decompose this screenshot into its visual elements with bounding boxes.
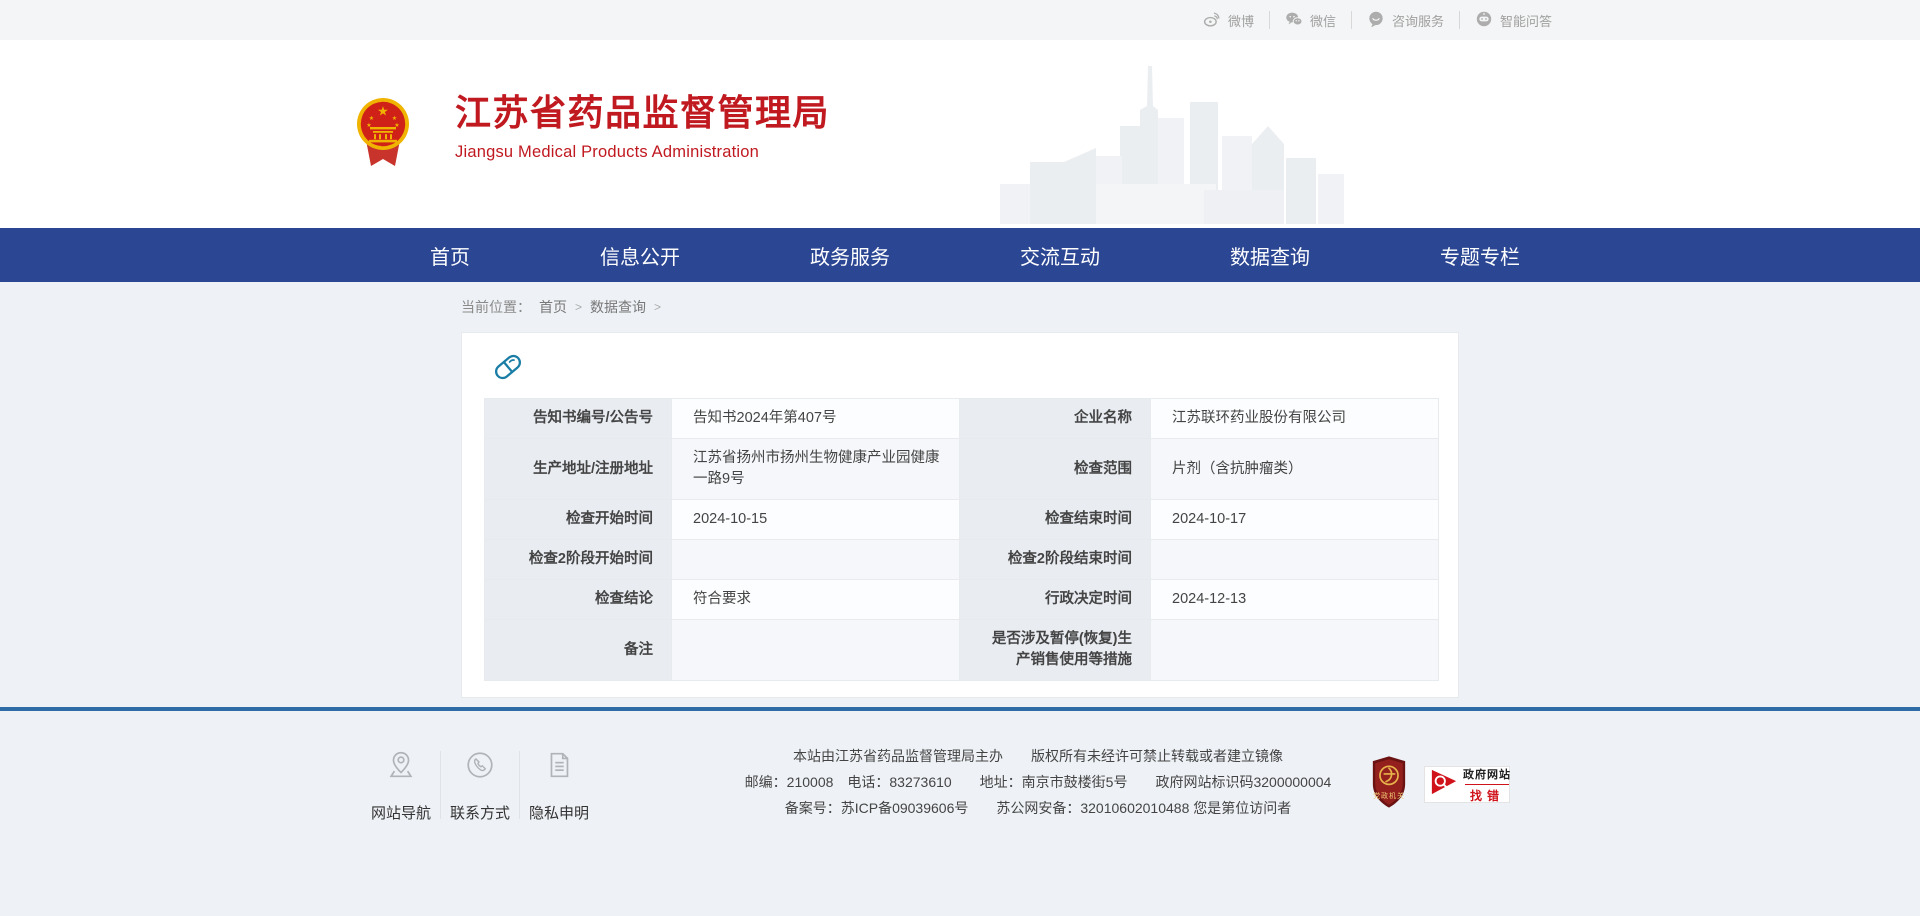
party-gov-badge[interactable]: 党政机关 (1370, 755, 1408, 814)
breadcrumb-separator: > (575, 300, 582, 314)
field-label-cell: 检查结束时间 (960, 500, 1151, 540)
magnifier-flag-icon (1430, 768, 1458, 801)
field-label-cell: 是否涉及暂停(恢复)生产销售使用等措施 (960, 620, 1151, 681)
breadcrumb-query-link[interactable]: 数据查询 (590, 297, 646, 317)
table-row: 检查2阶段开始时间 检查2阶段结束时间 (485, 540, 1439, 580)
nav-item-services[interactable]: 政务服务 (810, 241, 890, 270)
site-error-report-badge[interactable]: 政府网站 找错 (1424, 766, 1510, 803)
content-card: 告知书编号/公告号 告知书2024年第407号 企业名称 江苏联环药业股份有限公… (461, 332, 1459, 698)
document-icon (543, 749, 575, 786)
pill-icon (484, 347, 1436, 398)
field-value-cell: 江苏省扬州市扬州生物健康产业园健康一路9号 (672, 439, 960, 500)
field-value-cell (672, 620, 960, 681)
footer-info-line-1: 本站由江苏省药品监督管理局主办 版权所有未经许可禁止转载或者建立镜像 (738, 743, 1338, 769)
field-label-cell: 企业名称 (960, 399, 1151, 439)
breadcrumb-home-link[interactable]: 首页 (539, 297, 567, 317)
svg-text:★: ★ (377, 104, 389, 119)
nav-item-topics[interactable]: 专题专栏 (1440, 241, 1520, 270)
footer-info-line-3: 备案号：苏ICP备09039606号 苏公网安备：32010602010488 … (738, 795, 1338, 821)
footer-link-sitemap[interactable]: 网站导航 (362, 747, 440, 823)
field-value-cell: 告知书2024年第407号 (672, 399, 960, 439)
weibo-link[interactable]: 微博 (1188, 11, 1270, 29)
wechat-link[interactable]: 微信 (1270, 11, 1352, 29)
breadcrumb: 当前位置： 首页 > 数据查询 > (461, 282, 1459, 317)
top-bar: 微博 微信 咨询服务 智能问答 (0, 0, 1920, 40)
table-row: 检查开始时间 2024-10-15 检查结束时间 2024-10-17 (485, 500, 1439, 540)
footer-link-contact[interactable]: 联系方式 (441, 747, 519, 823)
footer-info-line-2: 邮编：210008 电话：83273610 地址：南京市鼓楼街5号 政府网站标识… (738, 769, 1338, 795)
svg-text:★: ★ (369, 115, 374, 122)
nav-item-info[interactable]: 信息公开 (600, 241, 680, 270)
table-row: 生产地址/注册地址 江苏省扬州市扬州生物健康产业园健康一路9号 检查范围 片剂（… (485, 439, 1439, 500)
national-emblem-logo: ★ ★ ★ ★ ★ (356, 96, 410, 175)
field-value-cell (1151, 540, 1439, 580)
qa-label: 智能问答 (1500, 11, 1552, 30)
footer-link-label: 网站导航 (371, 802, 431, 823)
field-value-cell: 符合要求 (672, 580, 960, 620)
site-footer: 网站导航 联系方式 隐私申明 本站由江苏省药品监督管理局主办 版权所有未经许可禁… (0, 711, 1920, 911)
breadcrumb-separator-2: > (654, 300, 661, 314)
field-value-cell: 江苏联环药业股份有限公司 (1151, 399, 1439, 439)
nav-item-interaction[interactable]: 交流互动 (1020, 241, 1100, 270)
field-label-cell: 检查范围 (960, 439, 1151, 500)
footer-links: 网站导航 联系方式 隐私申明 (362, 747, 598, 823)
weibo-label: 微博 (1228, 11, 1254, 30)
nav-item-data-query[interactable]: 数据查询 (1230, 241, 1310, 270)
field-value-cell (1151, 620, 1439, 681)
breadcrumb-prefix: 当前位置： (461, 297, 531, 317)
svg-text:党政机关: 党政机关 (1373, 791, 1405, 800)
site-error-badge-bottom: 找错 (1470, 787, 1504, 804)
site-title: 江苏省药品监督管理局 (455, 84, 830, 136)
consult-label: 咨询服务 (1392, 11, 1444, 30)
city-skyline-graphic (1000, 66, 1350, 229)
field-value-cell (672, 540, 960, 580)
table-row: 备注 是否涉及暂停(恢复)生产销售使用等措施 (485, 620, 1439, 681)
consult-service-link[interactable]: 咨询服务 (1352, 11, 1460, 29)
field-label-cell: 检查2阶段结束时间 (960, 540, 1151, 580)
consult-icon (1367, 10, 1385, 31)
field-value-cell: 2024-10-15 (672, 500, 960, 540)
svg-text:★: ★ (392, 115, 397, 122)
field-value-cell: 2024-12-13 (1151, 580, 1439, 620)
site-error-badge-text: 政府网站 找错 (1463, 766, 1511, 804)
table-row: 告知书编号/公告号 告知书2024年第407号 企业名称 江苏联环药业股份有限公… (485, 399, 1439, 439)
phone-icon (464, 749, 496, 786)
qa-icon (1475, 10, 1493, 31)
field-label-cell: 检查2阶段开始时间 (485, 540, 672, 580)
field-label-cell: 检查结论 (485, 580, 672, 620)
wechat-label: 微信 (1310, 11, 1336, 30)
field-label-cell: 生产地址/注册地址 (485, 439, 672, 500)
footer-link-privacy[interactable]: 隐私申明 (520, 747, 598, 823)
main-nav: 首页 信息公开 政务服务 交流互动 数据查询 专题专栏 (0, 228, 1920, 282)
nav-item-home[interactable]: 首页 (430, 241, 470, 270)
smart-qa-link[interactable]: 智能问答 (1460, 11, 1552, 29)
wechat-icon (1285, 10, 1303, 31)
field-label-cell: 检查开始时间 (485, 500, 672, 540)
weibo-icon (1203, 10, 1221, 31)
footer-link-label: 联系方式 (450, 802, 510, 823)
field-label-cell: 备注 (485, 620, 672, 681)
field-label-cell: 告知书编号/公告号 (485, 399, 672, 439)
footer-link-label: 隐私申明 (529, 802, 589, 823)
brand-block: 江苏省药品监督管理局 Jiangsu Medical Products Admi… (455, 84, 830, 162)
table-row: 检查结论 符合要求 行政决定时间 2024-12-13 (485, 580, 1439, 620)
site-header: ★ ★ ★ ★ ★ 江苏省药品监督管理局 Jiangsu Medical Pro… (0, 40, 1920, 228)
site-error-badge-top: 政府网站 (1463, 766, 1511, 782)
field-label-cell: 行政决定时间 (960, 580, 1151, 620)
field-value-cell: 片剂（含抗肿瘤类） (1151, 439, 1439, 500)
map-pin-icon (385, 749, 417, 786)
footer-badges: 党政机关 政府网站 找错 (1370, 755, 1510, 814)
site-subtitle: Jiangsu Medical Products Administration (455, 143, 830, 162)
field-value-cell: 2024-10-17 (1151, 500, 1439, 540)
inspection-detail-table: 告知书编号/公告号 告知书2024年第407号 企业名称 江苏联环药业股份有限公… (484, 398, 1439, 681)
footer-info: 本站由江苏省药品监督管理局主办 版权所有未经许可禁止转载或者建立镜像 邮编：21… (738, 743, 1338, 821)
site-error-badge-divider (1465, 784, 1509, 785)
